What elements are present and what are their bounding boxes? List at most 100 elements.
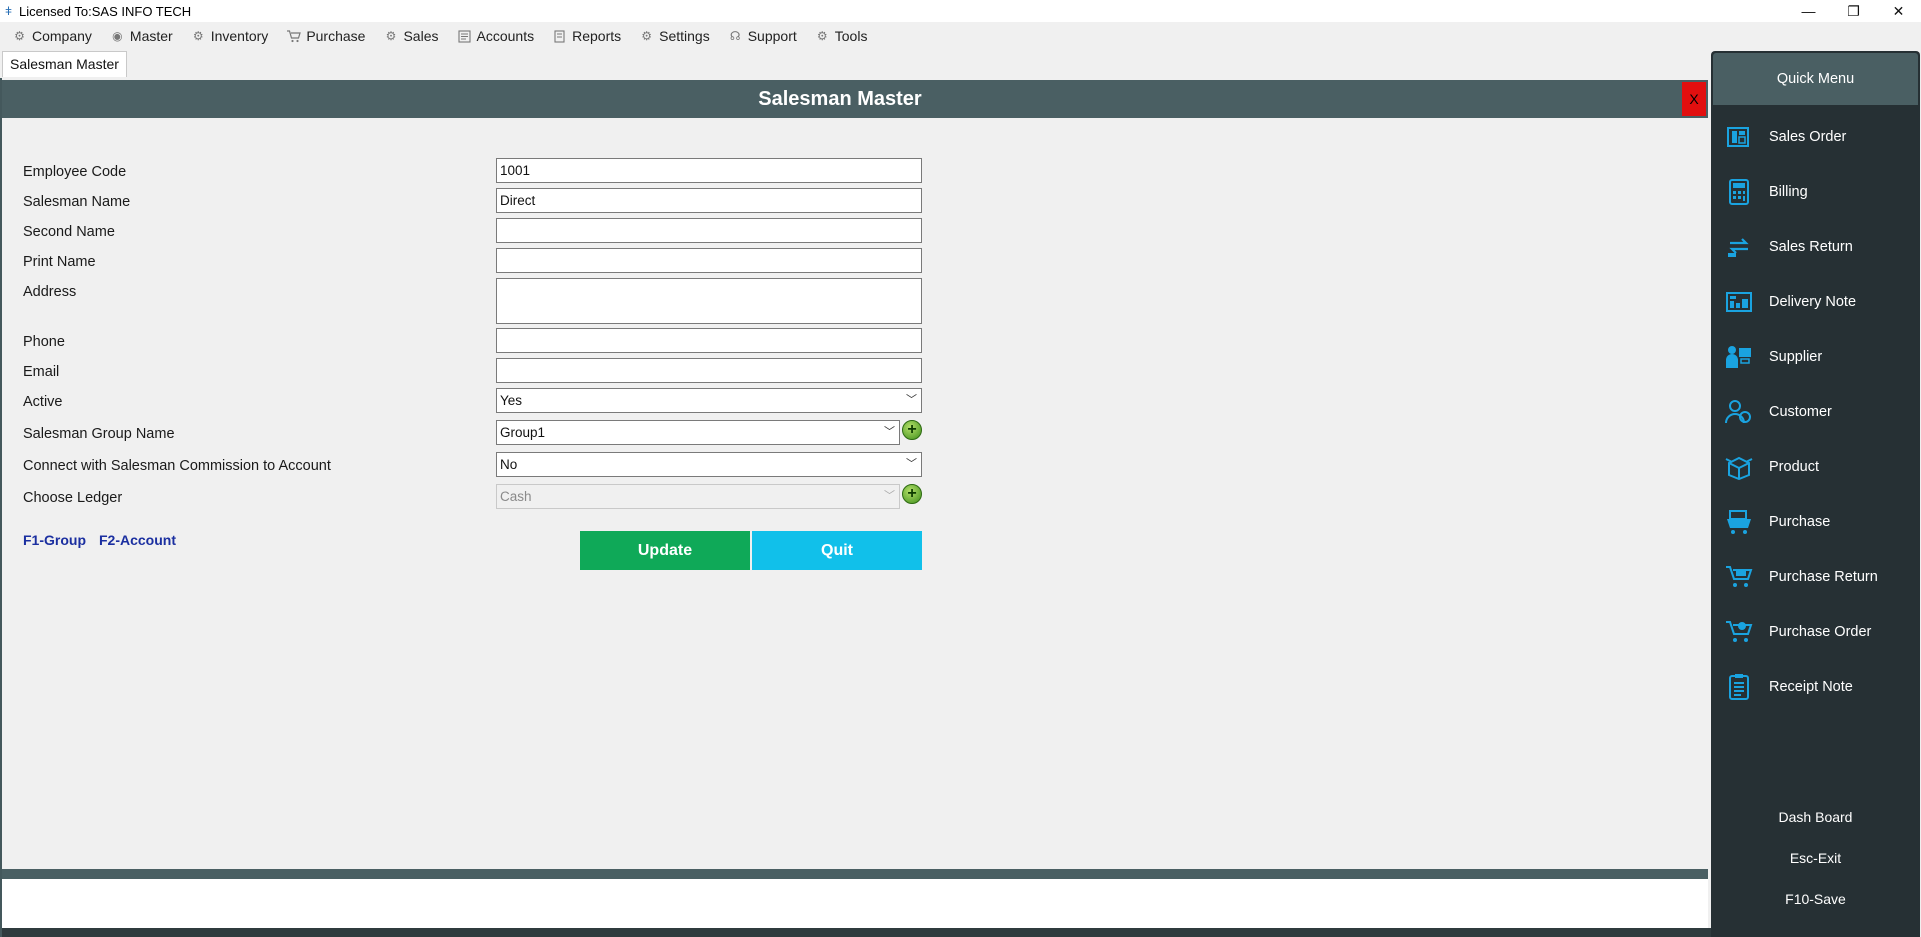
menu-sales[interactable]: ⚙ Sales	[383, 28, 439, 44]
menu-reports-label: Reports	[572, 28, 622, 44]
bottom-border	[2, 928, 1712, 937]
add-group-button[interactable]: +	[902, 420, 922, 440]
quit-button[interactable]: Quit	[752, 531, 922, 570]
main-panel: Salesman Master X Employee Code 1001 Sal…	[0, 78, 1712, 937]
bottom-strip	[2, 869, 1708, 879]
quick-sales-order[interactable]: Sales Order	[1711, 115, 1920, 159]
quick-sales-return[interactable]: Sales Return	[1711, 225, 1920, 269]
menu-inventory[interactable]: ⚙ Inventory	[191, 28, 269, 44]
minimize-button[interactable]: —	[1786, 0, 1831, 22]
second-name-input[interactable]	[496, 218, 922, 243]
print-name-label: Print Name	[23, 254, 96, 270]
master-icon: ◉	[112, 29, 123, 43]
commission-label: Connect with Salesman Commission to Acco…	[23, 458, 331, 474]
sales-icon: ⚙	[385, 29, 397, 43]
quick-delivery-note-label: Delivery Note	[1769, 294, 1857, 310]
second-name-label: Second Name	[23, 224, 115, 240]
supplier-icon	[1725, 343, 1753, 371]
menu-company[interactable]: ⚙ Company	[12, 28, 92, 44]
receipt-note-icon	[1725, 673, 1753, 701]
commission-select[interactable]: No ﹀	[496, 452, 922, 477]
quick-sales-return-label: Sales Return	[1769, 239, 1853, 255]
address-label: Address	[23, 284, 77, 300]
menu-master[interactable]: ◉ Master	[110, 28, 173, 44]
phone-input[interactable]	[496, 328, 922, 353]
quick-customer[interactable]: Customer	[1711, 390, 1920, 434]
menu-settings[interactable]: ⚙ Settings	[639, 28, 710, 44]
ledger-select-value: Cash	[500, 489, 532, 504]
calculator-icon	[1725, 178, 1753, 206]
form-header: Salesman Master X	[2, 80, 1708, 118]
support-icon: ☊	[729, 29, 741, 43]
menu-inventory-label: Inventory	[210, 28, 269, 44]
email-input[interactable]	[496, 358, 922, 383]
cart-icon	[286, 29, 301, 44]
menu-support[interactable]: ☊ Support	[728, 28, 797, 44]
quick-purchase-return-label: Purchase Return	[1769, 569, 1878, 585]
tools-icon: ⚙	[816, 29, 828, 43]
quick-purchase-return[interactable]: Purchase Return	[1711, 555, 1920, 599]
print-name-input[interactable]	[496, 248, 922, 273]
gear-icon: ⚙	[14, 29, 25, 43]
quick-supplier-label: Supplier	[1769, 349, 1823, 365]
hotkey-group[interactable]: F1-Group	[23, 532, 86, 548]
reports-icon	[552, 29, 567, 44]
menu-tools[interactable]: ⚙ Tools	[815, 28, 868, 44]
tab-salesman-master[interactable]: Salesman Master	[2, 51, 127, 77]
menu-tools-label: Tools	[834, 28, 868, 44]
quick-product[interactable]: Product	[1711, 445, 1920, 489]
quick-receipt-note[interactable]: Receipt Note	[1711, 665, 1920, 709]
address-textarea[interactable]	[496, 278, 922, 324]
esc-exit-button[interactable]: Esc-Exit	[1711, 850, 1920, 866]
restore-button[interactable]: ❐	[1831, 0, 1876, 22]
f10-save-button[interactable]: F10-Save	[1711, 891, 1920, 907]
menu-support-label: Support	[747, 28, 797, 44]
chevron-down-icon: ﹀	[884, 490, 895, 502]
quick-delivery-note[interactable]: Delivery Note	[1711, 280, 1920, 324]
active-label: Active	[23, 394, 63, 410]
sales-return-icon	[1725, 233, 1753, 261]
quick-purchase-order[interactable]: Purchase Order	[1711, 610, 1920, 654]
quick-menu-title: Quick Menu	[1713, 53, 1918, 105]
chevron-down-icon: ﹀	[906, 394, 917, 406]
salesman-name-input[interactable]: Direct	[496, 188, 922, 213]
purchase-order-icon	[1725, 618, 1753, 646]
gear-icon: ⚙	[641, 29, 652, 43]
inventory-icon: ⚙	[192, 29, 204, 43]
active-select-value: Yes	[500, 393, 523, 408]
close-window-button[interactable]: ✕	[1876, 0, 1921, 22]
group-name-select[interactable]: Group1 ﹀	[496, 420, 900, 445]
menu-reports[interactable]: Reports	[552, 28, 621, 44]
update-button[interactable]: Update	[580, 531, 750, 570]
accounts-icon	[457, 29, 472, 44]
menu-purchase[interactable]: Purchase	[286, 28, 365, 44]
tab-strip: Salesman Master	[0, 50, 1921, 78]
active-select[interactable]: Yes ﹀	[496, 388, 922, 413]
dashboard-button[interactable]: Dash Board	[1711, 809, 1920, 825]
purchase-return-icon	[1725, 563, 1753, 591]
add-ledger-button[interactable]: +	[902, 484, 922, 504]
group-name-select-value: Group1	[500, 425, 546, 440]
quick-purchase[interactable]: Purchase	[1711, 500, 1920, 544]
quick-purchase-order-label: Purchase Order	[1769, 624, 1872, 640]
quick-supplier[interactable]: Supplier	[1711, 335, 1920, 379]
ledger-select: Cash ﹀	[496, 484, 900, 509]
commission-select-value: No	[500, 457, 518, 472]
salesman-name-label: Salesman Name	[23, 194, 131, 210]
quick-product-label: Product	[1769, 459, 1819, 475]
quick-receipt-note-label: Receipt Note	[1769, 679, 1853, 695]
quick-billing[interactable]: Billing	[1711, 170, 1920, 214]
quick-sales-order-label: Sales Order	[1769, 129, 1847, 145]
close-form-button[interactable]: X	[1682, 82, 1706, 116]
hotkey-account[interactable]: F2-Account	[99, 532, 176, 548]
chevron-down-icon: ﹀	[884, 426, 895, 438]
menu-purchase-label: Purchase	[306, 28, 366, 44]
sales-order-icon	[1725, 123, 1753, 151]
window-controls: — ❐ ✕	[1786, 0, 1921, 22]
employee-code-input[interactable]: 1001	[496, 158, 922, 183]
form-title: Salesman Master	[758, 88, 922, 110]
quick-menu: Quick Menu Sales Order Billing Sales Ret…	[1711, 51, 1920, 937]
menu-accounts[interactable]: Accounts	[457, 28, 534, 44]
menu-company-label: Company	[32, 28, 92, 44]
menu-settings-label: Settings	[659, 28, 710, 44]
